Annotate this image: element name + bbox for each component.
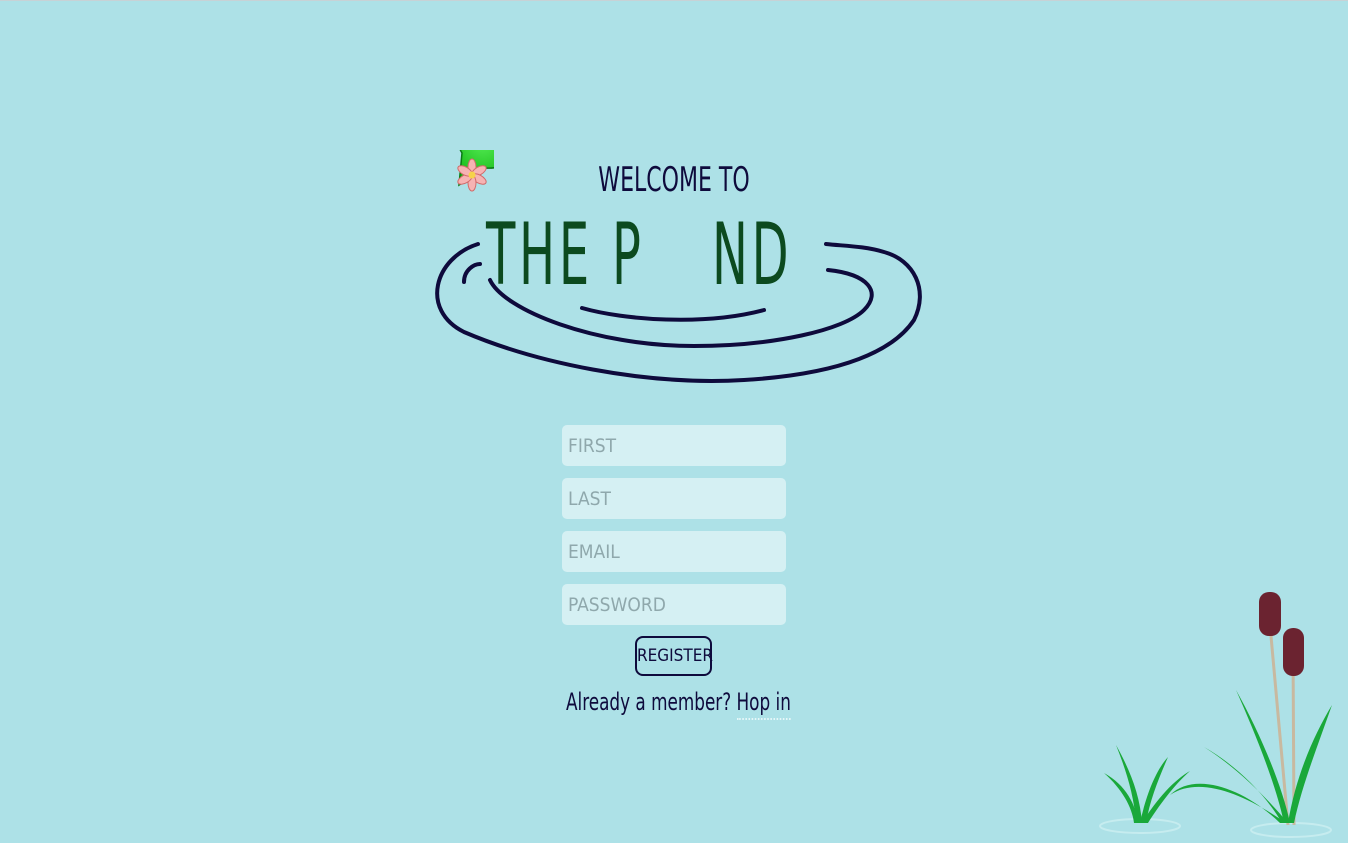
registration-form [562, 425, 786, 637]
signin-prompt-text: Already a member? [566, 688, 737, 716]
welcome-heading: WELCOME TO [598, 160, 750, 200]
top-border [0, 0, 1348, 1]
register-button[interactable]: REGISTER [635, 636, 713, 676]
cattail-reeds-decoration [1099, 592, 1332, 838]
hop-in-link[interactable]: Hop in [736, 688, 791, 720]
password-input[interactable] [562, 584, 786, 625]
lily-pad-icon [457, 150, 494, 192]
email-input[interactable] [562, 531, 786, 572]
brand-p: P [612, 205, 645, 305]
brand-the: THE [486, 205, 593, 305]
signin-prompt: Already a member? Hop in [566, 688, 791, 720]
brand-nd: ND [712, 205, 793, 305]
first-name-input[interactable] [562, 425, 786, 466]
last-name-input[interactable] [562, 478, 786, 519]
logo: WELCOME TO THE P ND [424, 150, 924, 390]
